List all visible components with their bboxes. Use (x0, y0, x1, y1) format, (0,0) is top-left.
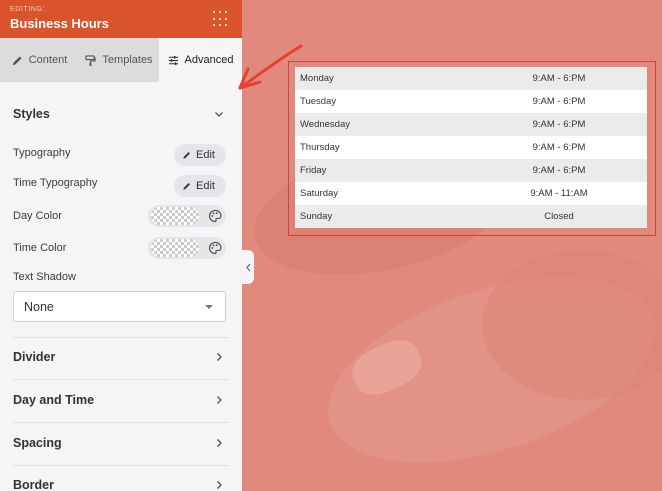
time-typography-edit-label: Edit (196, 180, 215, 192)
typography-edit-label: Edit (196, 149, 215, 161)
time-cell: 9:AM - 11:AM (530, 188, 588, 199)
day-and-time-section-title: Day and Time (13, 393, 95, 407)
time-cell: 9:AM - 6:PM (532, 165, 586, 176)
typography-row: Typography Edit (13, 144, 226, 166)
tab-templates[interactable]: Templates (79, 38, 159, 82)
text-shadow-row: Text Shadow (13, 271, 226, 283)
time-color-label: Time Color (13, 242, 67, 254)
text-shadow-value: None (24, 299, 54, 314)
paint-roller-icon (85, 54, 97, 66)
time-typography-label: Time Typography (13, 177, 98, 189)
time-cell: 9:AM - 6:PM (532, 96, 586, 107)
tab-templates-label: Templates (102, 54, 153, 66)
chevron-right-icon (217, 481, 222, 489)
typography-label: Typography (13, 147, 71, 159)
tab-advanced[interactable]: Advanced (159, 38, 242, 82)
day-and-time-section-header[interactable]: Day and Time (13, 393, 224, 407)
day-cell: Sunday (300, 211, 333, 222)
transparent-swatch (151, 239, 199, 257)
day-cell: Wednesday (300, 119, 350, 130)
divider (13, 337, 229, 338)
transparent-swatch (151, 207, 199, 225)
time-cell: 9:AM - 6:PM (532, 119, 586, 130)
time-cell: 9:AM - 6:PM (532, 73, 586, 84)
pencil-icon (183, 152, 190, 159)
time-color-row: Time Color (13, 237, 226, 259)
hours-row: Thursday 9:AM - 6:PM (295, 136, 647, 159)
day-cell: Saturday (300, 188, 339, 199)
time-cell: Closed (544, 211, 574, 222)
divider (13, 465, 229, 466)
chevron-right-icon (217, 439, 222, 447)
editing-eyebrow: EDITING: (10, 6, 46, 13)
hours-row: Saturday 9:AM - 11:AM (295, 182, 647, 205)
collapse-sidebar-handle[interactable] (242, 250, 254, 284)
business-hours-table: Monday 9:AM - 6:PM Tuesday 9:AM - 6:PM W… (295, 67, 647, 228)
spacing-section-title: Spacing (13, 436, 62, 450)
palette-icon (209, 241, 222, 255)
editor-sidebar: EDITING: Business Hours Content Template… (0, 0, 242, 491)
day-cell: Tuesday (300, 96, 337, 107)
time-typography-edit-button[interactable]: Edit (174, 175, 226, 197)
tab-advanced-label: Advanced (184, 54, 234, 66)
text-shadow-select[interactable]: None (13, 291, 226, 322)
grid-menu-icon[interactable] (213, 11, 229, 27)
divider-section-title: Divider (13, 350, 56, 364)
day-cell: Friday (300, 165, 327, 176)
time-typography-row: Time Typography Edit (13, 175, 226, 197)
tab-bar: Content Templates Advanced (0, 38, 242, 82)
day-color-label: Day Color (13, 210, 62, 222)
chevron-right-icon (217, 353, 222, 361)
chevron-right-icon (217, 396, 222, 404)
chevron-down-icon (215, 112, 223, 117)
day-cell: Monday (300, 73, 334, 84)
pencil-icon (183, 183, 190, 190)
sidebar-header: EDITING: Business Hours (0, 0, 242, 38)
text-shadow-label: Text Shadow (13, 271, 76, 283)
border-section-title: Border (13, 478, 54, 491)
time-cell: 9:AM - 6:PM (532, 142, 586, 153)
chevron-left-icon (245, 263, 250, 271)
divider (13, 379, 229, 380)
styles-title: Styles (13, 107, 50, 121)
hours-row: Friday 9:AM - 6:PM (295, 159, 647, 182)
spacing-section-header[interactable]: Spacing (13, 436, 224, 450)
divider (13, 422, 229, 423)
hours-row: Monday 9:AM - 6:PM (295, 67, 647, 90)
block-title: Business Hours (10, 16, 109, 31)
palette-icon (209, 209, 222, 223)
day-color-row: Day Color (13, 205, 226, 227)
hours-row: Tuesday 9:AM - 6:PM (295, 90, 647, 113)
pencil-icon (12, 55, 22, 65)
border-section-header[interactable]: Border (13, 478, 224, 491)
typography-edit-button[interactable]: Edit (174, 144, 226, 166)
hours-row: Sunday Closed (295, 205, 647, 228)
styles-section-header[interactable]: Styles (13, 107, 224, 121)
caret-down-icon (205, 304, 213, 309)
tab-content-label: Content (28, 54, 68, 66)
hours-row: Wednesday 9:AM - 6:PM (295, 113, 647, 136)
day-color-picker[interactable] (148, 205, 226, 227)
divider-section-header[interactable]: Divider (13, 350, 224, 364)
tab-content[interactable]: Content (0, 38, 79, 82)
time-color-picker[interactable] (148, 237, 226, 259)
day-cell: Thursday (300, 142, 340, 153)
sliders-icon (168, 55, 178, 65)
